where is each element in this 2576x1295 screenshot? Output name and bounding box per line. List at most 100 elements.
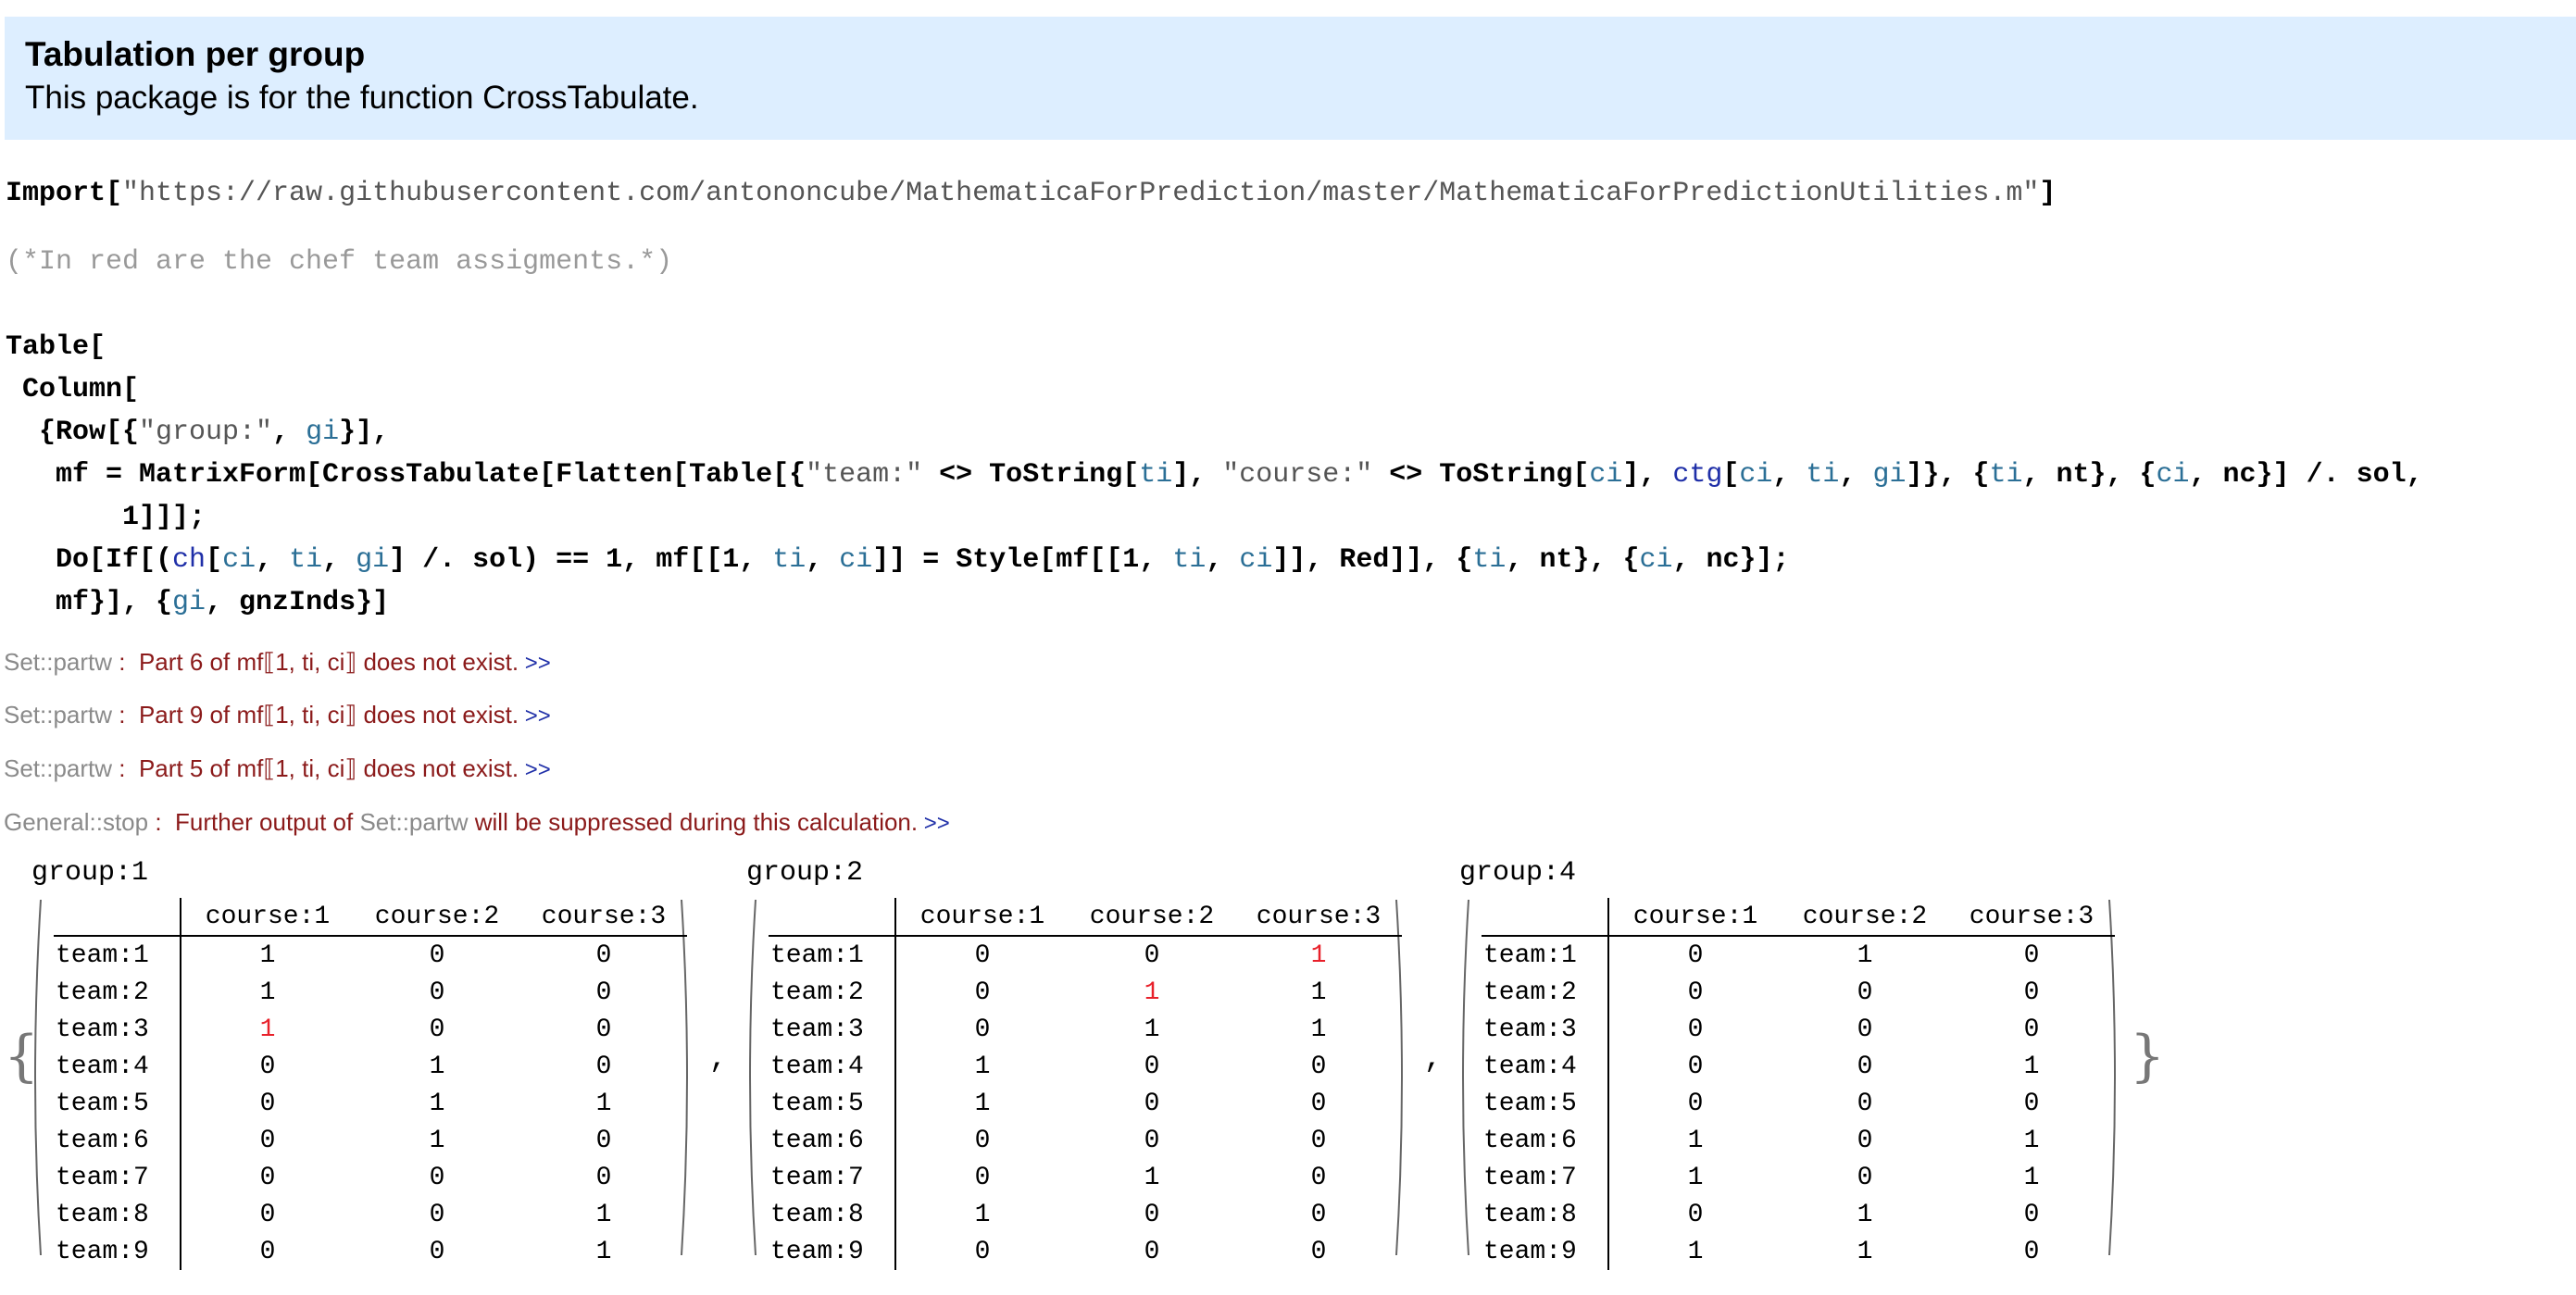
table-cell: 0 [974,1163,991,1192]
table-cell: 1 [1144,1015,1160,1044]
row-header: team:4 [769,1048,896,1085]
table-cell: 0 [259,1200,276,1229]
table-cell: 0 [1310,1126,1327,1155]
table-cell: 1 [595,1237,612,1266]
table-row: team:7 0 1 0 [769,1159,1402,1196]
table-cell: 0 [259,1237,276,1266]
column-header: course:1 [895,898,1069,937]
table-cell: 0 [1310,1052,1327,1081]
table-cell: 0 [974,1237,991,1266]
table-cell: 0 [259,1089,276,1118]
table-cell: 0 [1144,1126,1160,1155]
table-cell: 0 [1857,1163,1873,1192]
table-cell: 1 [1687,1237,1704,1266]
table-cell: 0 [595,1015,612,1044]
table-row: team:3 0 0 0 [1482,1011,2115,1048]
table-cell: 0 [2023,977,2040,1007]
table-row: team:7 0 0 0 [54,1159,687,1196]
table-cell: 0 [2023,1200,2040,1229]
table-cell: 0 [974,940,991,970]
more-info-link[interactable]: >> [519,757,551,782]
table-cell: 1 [429,1052,445,1081]
message-general-stop: General::stop : Further output of Set::p… [4,808,950,836]
left-paren [749,899,757,1256]
message-partw-1: Set::partw : Part 6 of mf⟦1, ti, ci⟧ doe… [4,648,551,676]
table-cell: 1 [1144,1163,1160,1192]
row-header: team:9 [1482,1233,1609,1270]
table-row: team:5 0 0 0 [1482,1085,2115,1122]
table-cell: 0 [595,1163,612,1192]
matrix-form: course:1 course:2 course:3 team:1 1 0 0 team:2 1… [28,898,694,1270]
more-info-link[interactable]: >> [918,811,950,836]
table-cell: 1 [595,1089,612,1118]
cross-tab-table: course:1 course:2 course:3 team:1 0 0 1 team:2 0… [769,898,1402,1270]
table-corner [54,898,181,937]
table-cell: 0 [1687,1200,1704,1229]
table-cell: 0 [595,1126,612,1155]
table-row: team:7 1 0 1 [1482,1159,2115,1196]
table-row: team:2 0 0 0 [1482,974,2115,1011]
code-comment[interactable]: (*In red are the chef team assigments.*) [6,241,672,283]
table-cell: 0 [259,1052,276,1081]
table-cell: 1 [974,1089,991,1118]
table-row: team:4 1 0 0 [769,1048,1402,1085]
row-header: team:2 [1482,974,1609,1011]
table-cell: 1 [1310,977,1327,1007]
table-cell: 1 [974,1200,991,1229]
table-row: team:9 1 1 0 [1482,1233,2115,1270]
table-cell: 0 [1144,1237,1160,1266]
table-cell: 0 [259,1163,276,1192]
table-row: team:1 1 0 0 [54,936,687,974]
matrix-form: course:1 course:2 course:3 team:1 0 1 0 team:2 0… [1456,898,2122,1270]
column-header: course:2 [1069,898,1235,937]
row-header: team:5 [769,1085,896,1122]
table-cell: 0 [1687,1089,1704,1118]
output-close-brace: } [2130,1024,2166,1089]
table-row: team:5 0 1 1 [54,1085,687,1122]
row-header: team:7 [1482,1159,1609,1196]
table-cell: 0 [2023,1089,2040,1118]
table-cell: 0 [1310,1163,1327,1192]
table-cell: 0 [429,1015,445,1044]
row-header: team:7 [769,1159,896,1196]
code-line-1: Table[ [6,331,106,363]
code-line-7: mf}], {gi, gnzInds}] [6,587,390,618]
import-input-cell[interactable]: Import["https://raw.githubusercontent.co… [6,172,2056,215]
import-close: ] [2039,178,2057,209]
table-cell: 0 [974,1126,991,1155]
import-function: Import[ [6,178,123,209]
table-cell: 1 [429,1089,445,1118]
table-row: team:2 0 1 1 [769,974,1402,1011]
table-cell: 0 [1687,1052,1704,1081]
section-header: Tabulation per group This package is for… [5,17,2576,140]
matrix-form: course:1 course:2 course:3 team:1 0 0 1 team:2 0… [743,898,1409,1270]
row-header: team:5 [1482,1085,1609,1122]
row-header: team:1 [1482,936,1609,974]
column-header: course:1 [1608,898,1782,937]
left-paren [34,899,42,1256]
more-info-link[interactable]: >> [519,651,551,676]
row-header: team:3 [54,1011,181,1048]
table-cell: 1 [429,1126,445,1155]
table-cell: 1 [259,940,276,970]
table-cell: 0 [1144,1200,1160,1229]
table-cell: 0 [429,1237,445,1266]
table-cell: 1 [2023,1052,2040,1081]
table-row: team:8 0 0 1 [54,1196,687,1233]
table-row: team:3 1 0 0 [54,1011,687,1048]
more-info-link[interactable]: >> [519,704,551,728]
table-cell: 0 [1144,1089,1160,1118]
row-header: team:6 [54,1122,181,1159]
table-cell: 0 [1857,977,1873,1007]
group-label: group:2 [746,857,864,889]
code-line-4: mf = MatrixForm[CrossTabulate[Flatten[Ta… [6,459,2423,491]
column-header: course:2 [354,898,520,937]
group-label: group:4 [1459,857,1577,889]
cross-tab-table: course:1 course:2 course:3 team:1 0 1 0 team:2 0… [1482,898,2115,1270]
left-paren [1462,899,1469,1256]
table-cell: 0 [2023,1015,2040,1044]
row-header: team:8 [54,1196,181,1233]
table-row: team:6 0 0 0 [769,1122,1402,1159]
table-cell: 0 [974,977,991,1007]
group-label: group:1 [31,857,149,889]
